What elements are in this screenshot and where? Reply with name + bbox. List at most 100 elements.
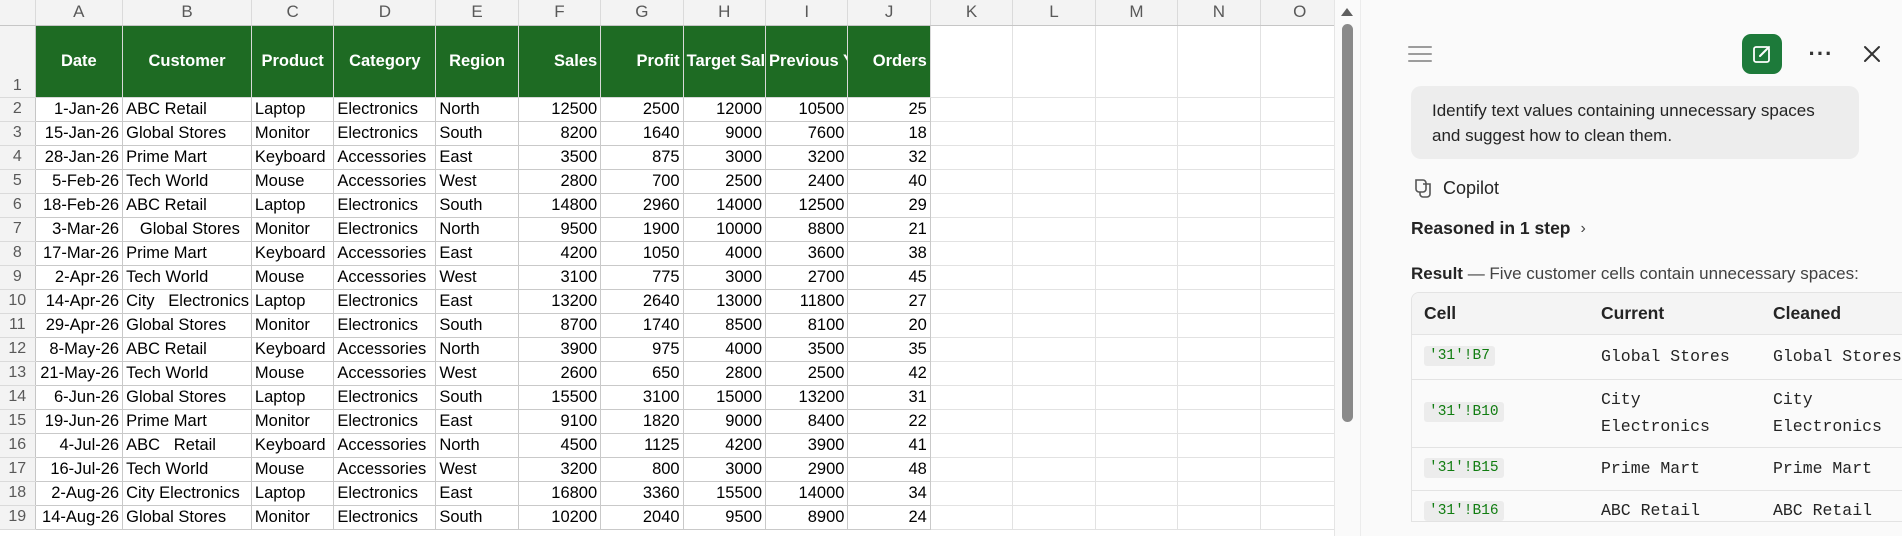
cell-category[interactable]: Accessories (333, 144, 437, 170)
cell-profit[interactable]: 1900 (600, 216, 684, 242)
cell-region[interactable]: South (435, 192, 519, 218)
cell-target-sales[interactable]: 9500 (682, 504, 767, 530)
cell-product[interactable]: Laptop (250, 384, 335, 410)
empty-cell[interactable] (930, 457, 1014, 482)
cell-profit[interactable]: 2500 (600, 96, 684, 122)
cell-category[interactable]: Accessories (333, 432, 437, 458)
cell-date[interactable]: 4-Jul-26 (34, 432, 124, 458)
column-header[interactable]: F (518, 0, 602, 26)
empty-cell[interactable] (930, 409, 1014, 434)
cell-target-sales[interactable]: 3000 (682, 144, 767, 170)
scroll-up-arrow-icon[interactable] (1341, 8, 1353, 16)
empty-cell[interactable] (1095, 337, 1179, 362)
column-header[interactable]: O (1260, 0, 1340, 26)
cell-orders[interactable]: 20 (847, 312, 931, 338)
cell-region[interactable]: West (435, 264, 519, 290)
empty-cell[interactable] (1260, 313, 1340, 338)
cell-region[interactable]: West (435, 360, 519, 386)
spreadsheet-grid[interactable]: A B C D E F G H I J K L M N O 1 Date Cus (0, 0, 1340, 536)
cell-customer[interactable]: Global Stores (122, 504, 252, 530)
empty-cell[interactable] (1012, 409, 1096, 434)
cell-product[interactable]: Mouse (250, 264, 335, 290)
cell-date[interactable]: 16-Jul-26 (34, 456, 124, 482)
cell-target-sales[interactable]: 2500 (682, 168, 767, 194)
cell-region[interactable]: South (435, 504, 519, 530)
empty-cell[interactable] (930, 481, 1014, 506)
empty-cell[interactable] (1260, 121, 1340, 146)
column-header[interactable]: B (122, 0, 252, 26)
empty-cell[interactable] (1095, 313, 1179, 338)
empty-cell[interactable] (1260, 505, 1340, 530)
row-number[interactable]: 14 (0, 385, 36, 410)
header-cell-orders[interactable]: Orders (847, 24, 931, 98)
cell-sales[interactable]: 3500 (517, 144, 602, 170)
cell-sales[interactable]: 3200 (517, 456, 602, 482)
cell-ref[interactable]: '31'!B15 (1412, 458, 1600, 478)
cell-region[interactable]: East (435, 144, 519, 170)
cell-region[interactable]: East (435, 408, 519, 434)
cell-category[interactable]: Electronics (333, 384, 437, 410)
empty-cell[interactable] (1095, 121, 1179, 146)
cell-category[interactable]: Accessories (333, 456, 437, 482)
empty-cell[interactable] (930, 193, 1014, 218)
empty-cell[interactable] (1012, 457, 1096, 482)
cell-target-sales[interactable]: 10000 (682, 216, 767, 242)
cell-previous-year-sales[interactable]: 7600 (765, 120, 849, 146)
column-header[interactable]: M (1095, 0, 1179, 26)
cell-profit[interactable]: 2960 (600, 192, 684, 218)
cell-customer[interactable]: Global Stores (122, 384, 252, 410)
empty-cell[interactable] (1012, 385, 1096, 410)
cell-previous-year-sales[interactable]: 12500 (765, 192, 849, 218)
cell-date[interactable]: 5-Feb-26 (34, 168, 124, 194)
cell-category[interactable]: Electronics (333, 288, 437, 314)
empty-cell[interactable] (1260, 25, 1340, 98)
cell-region[interactable]: South (435, 384, 519, 410)
row-number[interactable]: 9 (0, 265, 36, 290)
empty-cell[interactable] (1012, 193, 1096, 218)
cell-product[interactable]: Mouse (250, 168, 335, 194)
header-cell-previous-year-sales[interactable]: Previous Year Sales (765, 24, 849, 98)
cell-product[interactable]: Monitor (250, 504, 335, 530)
cell-category[interactable]: Accessories (333, 264, 437, 290)
column-header[interactable]: N (1177, 0, 1261, 26)
column-header[interactable]: C (251, 0, 335, 26)
row-number[interactable]: 16 (0, 433, 36, 458)
cell-customer[interactable]: Prime Mart (122, 240, 252, 266)
empty-cell[interactable] (930, 433, 1014, 458)
cell-orders[interactable]: 22 (847, 408, 931, 434)
cell-profit[interactable]: 875 (600, 144, 684, 170)
close-icon[interactable] (1858, 40, 1886, 68)
cell-date[interactable]: 21-May-26 (34, 360, 124, 386)
cell-orders[interactable]: 32 (847, 144, 931, 170)
cell-previous-year-sales[interactable]: 2400 (765, 168, 849, 194)
cell-customer[interactable]: Global Stores (122, 120, 252, 146)
cell-sales[interactable]: 16800 (517, 480, 602, 506)
cell-target-sales[interactable]: 12000 (682, 96, 767, 122)
empty-cell[interactable] (930, 313, 1014, 338)
empty-cell[interactable] (930, 121, 1014, 146)
empty-cell[interactable] (1012, 25, 1096, 98)
cell-date[interactable]: 14-Aug-26 (34, 504, 124, 530)
cell-category[interactable]: Electronics (333, 312, 437, 338)
cell-date[interactable]: 6-Jun-26 (34, 384, 124, 410)
cell-sales[interactable]: 9100 (517, 408, 602, 434)
row-number[interactable]: 1 (0, 25, 36, 98)
reasoning-toggle[interactable]: Reasoned in 1 step › (1411, 218, 1586, 239)
cell-customer[interactable]: ABC Retail (122, 96, 252, 122)
cell-sales[interactable]: 3100 (517, 264, 602, 290)
cell-category[interactable]: Electronics (333, 504, 437, 530)
cell-target-sales[interactable]: 9000 (682, 408, 767, 434)
cell-sales[interactable]: 4200 (517, 240, 602, 266)
empty-cell[interactable] (1095, 265, 1179, 290)
cell-date[interactable]: 3-Mar-26 (34, 216, 124, 242)
cell-profit[interactable]: 700 (600, 168, 684, 194)
empty-cell[interactable] (1177, 265, 1261, 290)
empty-cell[interactable] (930, 265, 1014, 290)
header-cell-customer[interactable]: Customer (122, 24, 252, 98)
empty-cell[interactable] (1095, 169, 1179, 194)
empty-cell[interactable] (1012, 337, 1096, 362)
empty-cell[interactable] (1260, 97, 1340, 122)
cell-customer[interactable]: Tech World (122, 360, 252, 386)
empty-cell[interactable] (930, 97, 1014, 122)
cell-date[interactable]: 28-Jan-26 (34, 144, 124, 170)
